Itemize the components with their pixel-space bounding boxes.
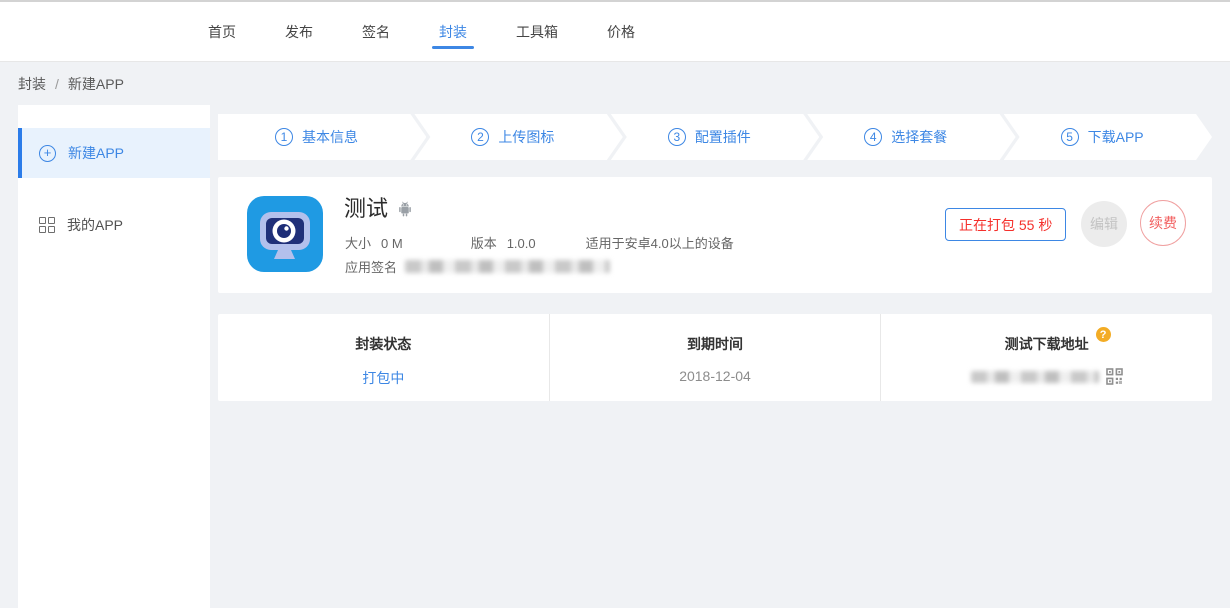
- size-label: 大小: [345, 236, 371, 251]
- step-number: 4: [864, 128, 882, 146]
- package-state-header: 封装状态: [355, 334, 411, 354]
- status-col-package-state: 封装状态 打包中: [218, 314, 549, 401]
- nav-item-package[interactable]: 封装: [439, 2, 467, 61]
- compatibility-text: 适用于安卓4.0以上的设备: [586, 236, 734, 251]
- step-label: 下载APP: [1088, 127, 1144, 147]
- packing-status-button[interactable]: 正在打包 55 秒: [945, 208, 1066, 241]
- main-content: 1 基本信息 2 上传图标 3 配置插件 4 选择套餐 5 下载APP: [218, 105, 1212, 608]
- grid-icon: [39, 217, 55, 233]
- status-card: 封装状态 打包中 到期时间 2018-12-04 测试下载地址 ?: [218, 314, 1212, 401]
- download-url-header-text: 测试下载地址: [1005, 336, 1089, 352]
- step-upload-icon[interactable]: 2 上传图标: [414, 114, 622, 160]
- size-value: 0 M: [381, 236, 403, 251]
- expire-date-header: 到期时间: [687, 334, 743, 354]
- plus-circle-icon: [39, 145, 56, 162]
- expire-date-value: 2018-12-04: [550, 368, 881, 384]
- app-icon: [247, 196, 323, 272]
- nav-item-price[interactable]: 价格: [607, 2, 635, 61]
- app-signature-row: 应用签名: [345, 257, 610, 276]
- download-url-header: 测试下载地址 ?: [1005, 334, 1089, 354]
- step-number: 5: [1061, 128, 1079, 146]
- step-number: 2: [471, 128, 489, 146]
- signature-label: 应用签名: [345, 257, 397, 276]
- nav-item-toolbox[interactable]: 工具箱: [516, 2, 558, 61]
- status-col-download-url: 测试下载地址 ?: [880, 314, 1212, 401]
- app-title: 测试: [344, 191, 388, 223]
- top-nav: 首页 发布 签名 封装 工具箱 价格: [0, 2, 1230, 62]
- nav-item-home[interactable]: 首页: [208, 2, 236, 61]
- breadcrumb-item-new-app: 新建APP: [68, 74, 124, 94]
- step-label: 基本信息: [302, 127, 358, 147]
- help-icon[interactable]: ?: [1096, 327, 1111, 342]
- download-url-row: [881, 368, 1212, 385]
- sidebar-item-label: 新建APP: [68, 143, 124, 163]
- android-icon: [396, 200, 414, 218]
- download-url-redacted: [971, 371, 1099, 383]
- stepper: 1 基本信息 2 上传图标 3 配置插件 4 选择套餐 5 下载APP: [218, 114, 1212, 160]
- status-col-expire-date: 到期时间 2018-12-04: [549, 314, 881, 401]
- sidebar-item-my-app[interactable]: 我的APP: [18, 200, 210, 250]
- breadcrumb-item-package[interactable]: 封装: [18, 74, 46, 94]
- step-basic-info[interactable]: 1 基本信息: [218, 114, 426, 160]
- version-label: 版本: [471, 236, 497, 251]
- app-meta-row: 大小 0 M 版本 1.0.0 适用于安卓4.0以上的设备: [345, 233, 734, 252]
- step-number: 3: [668, 128, 686, 146]
- renew-button[interactable]: 续费: [1140, 200, 1186, 246]
- nav-item-sign[interactable]: 签名: [362, 2, 390, 61]
- step-download-app[interactable]: 5 下载APP: [1004, 114, 1212, 160]
- breadcrumb: 封装 / 新建APP: [0, 62, 1230, 105]
- nav-item-publish[interactable]: 发布: [285, 2, 313, 61]
- edit-button[interactable]: 编辑: [1081, 201, 1127, 247]
- step-label: 上传图标: [498, 127, 554, 147]
- step-number: 1: [275, 128, 293, 146]
- sidebar: 新建APP 我的APP: [18, 105, 210, 608]
- sidebar-item-new-app[interactable]: 新建APP: [18, 128, 210, 178]
- version-value: 1.0.0: [507, 236, 536, 251]
- sidebar-item-label: 我的APP: [67, 215, 123, 235]
- package-state-value: 打包中: [218, 368, 549, 388]
- signature-redacted-value: [405, 260, 610, 273]
- app-card: 测试 大小 0 M 版本 1.0.0 适用于安卓4.0以上的设备 应用签名: [218, 177, 1212, 293]
- qr-code-icon[interactable]: [1106, 368, 1123, 385]
- step-select-plan[interactable]: 4 选择套餐: [807, 114, 1015, 160]
- breadcrumb-separator: /: [55, 76, 59, 92]
- step-configure-plugins[interactable]: 3 配置插件: [611, 114, 819, 160]
- step-label: 配置插件: [695, 127, 751, 147]
- step-label: 选择套餐: [891, 127, 947, 147]
